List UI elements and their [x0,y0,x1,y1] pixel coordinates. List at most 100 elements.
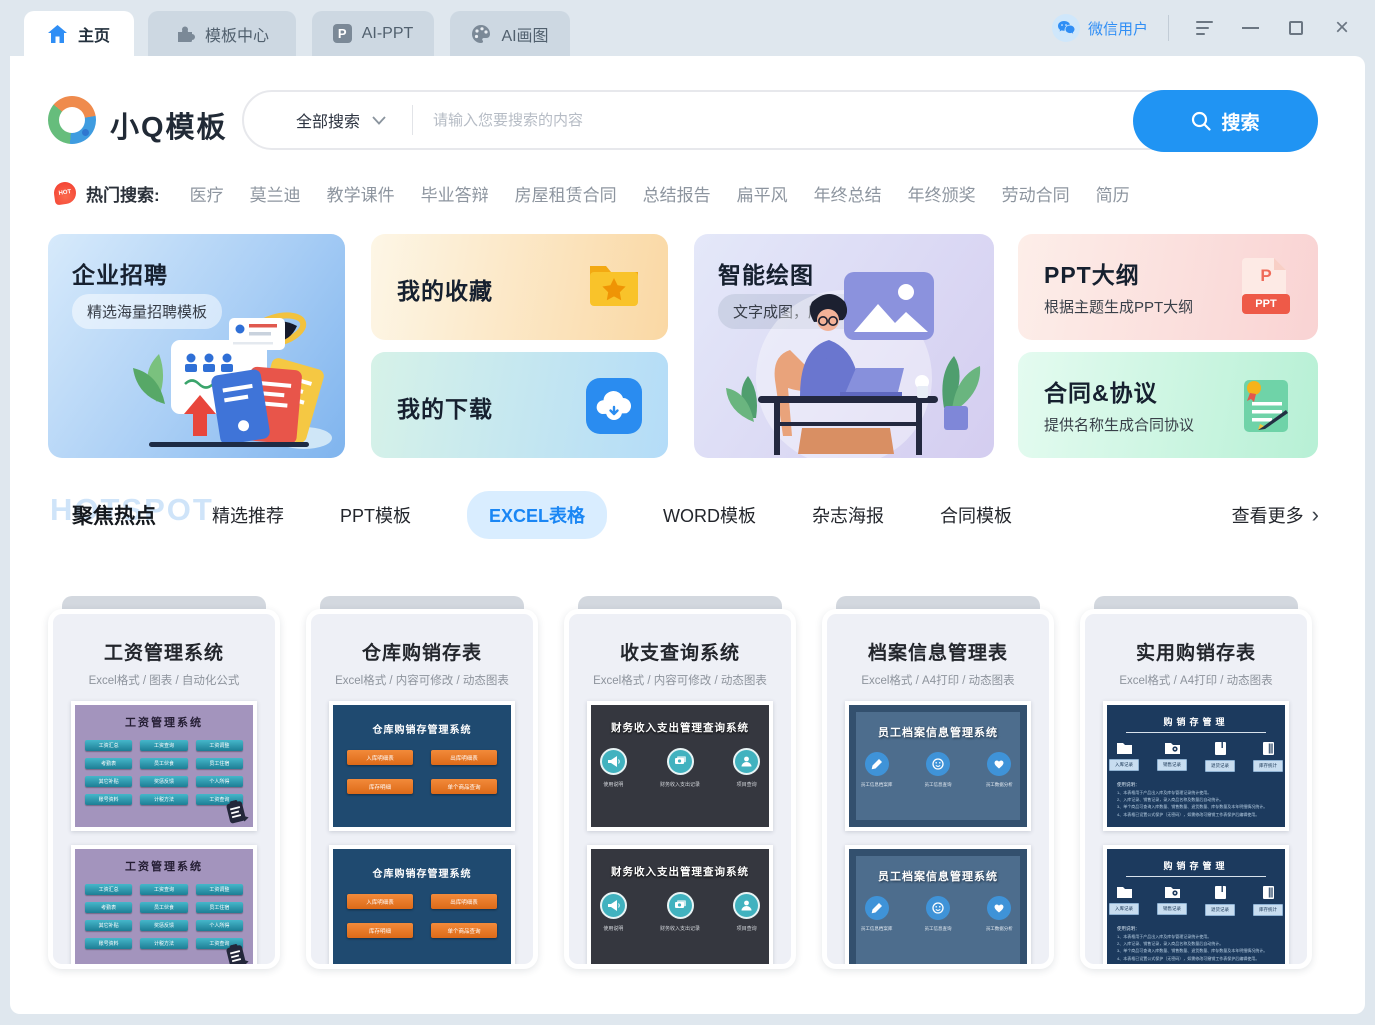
book-icon [1214,885,1227,900]
folder-icon [1116,741,1133,755]
tab-hot-focus[interactable]: 聚焦热点 [72,500,156,530]
wechat-user[interactable]: 微信用户 [1052,14,1148,42]
tab-ppt-templates[interactable]: PPT模板 [340,502,411,528]
maximize-icon [1289,21,1303,35]
hot-term[interactable]: 莫兰迪 [250,181,301,206]
hot-search-row: HOT 热门搜索: 医疗 莫兰迪 教学课件 毕业答辩 房屋租赁合同 总结报告 扁… [54,178,1130,208]
tab-contract-templates[interactable]: 合同模板 [940,502,1012,528]
minimize-button[interactable] [1235,13,1265,43]
hot-term[interactable]: 年终颁奖 [908,181,976,206]
maximize-button[interactable] [1281,13,1311,43]
template-preview: 仓库购销存管理系统 入库明细表出库明细表 库存明细单个商品查询 [329,701,515,831]
template-salary[interactable]: 工资管理系统 Excel格式 / 图表 / 自动化公式 工资管理系统 工资汇总工… [48,609,280,969]
hot-term[interactable]: 年终总结 [814,181,882,206]
template-archive[interactable]: 档案信息管理表 Excel格式 / A4打印 / 动态图表 员工档案信息管理系统 [822,609,1054,969]
contract-subtitle: 提供名称生成合同协议 [1044,414,1194,435]
palette-icon [471,24,491,44]
menu-button[interactable] [1189,13,1219,43]
template-finance[interactable]: 收支查询系统 Excel格式 / 内容可修改 / 动态图表 财务收入支出管理查询… [564,609,796,969]
hot-term[interactable]: 劳动合同 [1002,181,1070,206]
tab-ai-ppt-label: AI-PPT [362,25,414,43]
home-icon [48,24,68,44]
book-icon [1214,741,1227,756]
template-card-warehouse: 仓库购销存表 Excel格式 / 内容可修改 / 动态图表 仓库购销存管理系统 … [306,609,538,969]
clipboard-icon [223,798,250,827]
ppt-outline-subtitle: 根据主题生成PPT大纲 [1044,296,1193,317]
favorites-title: 我的收藏 [397,272,493,306]
hot-term[interactable]: 教学课件 [327,181,395,206]
tab-home[interactable]: 主页 [24,11,134,56]
tab-magazine-posters[interactable]: 杂志海报 [812,502,884,528]
money-icon [667,748,694,775]
template-subtitle: Excel格式 / 内容可修改 / 动态图表 [311,672,533,688]
template-card-finance: 收支查询系统 Excel格式 / 内容可修改 / 动态图表 财务收入支出管理查询… [564,609,796,969]
hot-term[interactable]: 简历 [1096,181,1130,206]
contract-icon [1238,376,1292,434]
app-logo-text: 小Q模板 [110,104,228,146]
folder-icon [1116,885,1133,899]
template-card-salary: 工资管理系统 Excel格式 / 图表 / 自动化公式 工资管理系统 工资汇总工… [48,609,280,969]
category-tab-row: HOTSPOT 聚焦热点 精选推荐 PPT模板 EXCEL表格 WORD模板 杂… [10,486,1365,544]
tab-home-label: 主页 [78,22,110,46]
tab-ai-ppt[interactable]: P AI-PPT [312,11,434,56]
template-subtitle: Excel格式 / 内容可修改 / 动态图表 [569,672,791,688]
hot-term[interactable]: 总结报告 [643,181,711,206]
template-preview: 仓库购销存管理系统 入库明细表出库明细表 库存明细单个商品查询 [329,845,515,969]
ppt-icon: P [333,24,352,43]
template-title: 档案信息管理表 [827,638,1049,665]
ai-draw-illustration [694,258,994,458]
ledger-icon [1262,741,1275,756]
tab-word-templates[interactable]: WORD模板 [663,502,756,528]
hot-term[interactable]: 扁平风 [737,181,788,206]
search-bar: 全部搜索 搜索 [242,90,1318,150]
tab-excel-templates[interactable]: EXCEL表格 [467,491,607,539]
tab-ai-draw[interactable]: AI画图 [450,11,570,56]
ppt-file-letter: P [1240,266,1292,286]
preview-notes-title: 使用说明： [1117,925,1275,933]
wechat-icon [1052,14,1080,42]
megaphone-icon [600,748,627,775]
hot-flame-icon: HOT [53,181,78,206]
folder-gear-icon [1164,885,1181,899]
menu-icon [1196,21,1213,35]
ppt-outline-title: PPT大纲 [1044,256,1140,290]
template-warehouse[interactable]: 仓库购销存表 Excel格式 / 内容可修改 / 动态图表 仓库购销存管理系统 … [306,609,538,969]
cloud-download-icon [586,378,642,434]
megaphone-icon [600,892,627,919]
template-preview: 员工档案信息管理系统 员工信息档案库 [845,845,1031,969]
search-icon [1191,111,1211,131]
template-card-archive: 档案信息管理表 Excel格式 / A4打印 / 动态图表 员工档案信息管理系统 [822,609,1054,969]
template-preview: 购销存管理 入库记录 销售记录 [1103,701,1289,831]
hot-term[interactable]: 医疗 [190,181,224,206]
close-icon: × [1335,16,1349,40]
preview-notes-title: 使用说明： [1117,781,1275,789]
see-more-label: 查看更多 [1232,502,1304,528]
tab-template-center[interactable]: 模板中心 [148,11,296,56]
template-preview: 工资管理系统 工资汇总工资查询工资调整 考勤表员工伙食员工住宿 其它补贴奖惩反馈… [71,845,257,969]
template-practical[interactable]: 实用购销存表 Excel格式 / A4打印 / 动态图表 购销存管理 入库记录 [1080,609,1312,969]
tab-template-center-label: 模板中心 [205,22,269,46]
close-button[interactable]: × [1327,13,1357,43]
search-scope-dropdown[interactable]: 全部搜索 [244,108,412,132]
card-my-downloads[interactable]: 我的下载 [371,352,668,458]
hot-term[interactable]: 房屋租赁合同 [515,181,617,206]
recruit-illustration [109,304,339,454]
template-preview: 财务收入支出管理查询系统 使用说明 [587,845,773,969]
card-enterprise-recruit[interactable]: 企业招聘 精选海量招聘模板 [48,234,345,458]
tab-featured[interactable]: 精选推荐 [212,502,284,528]
preview-heading: 购销存管理 [1117,715,1275,728]
card-my-favorites[interactable]: 我的收藏 [371,234,668,340]
heart-icon [987,896,1011,920]
card-contract[interactable]: 合同&协议 提供名称生成合同协议 [1018,352,1318,458]
search-button[interactable]: 搜索 [1133,90,1318,152]
hot-term[interactable]: 毕业答辩 [421,181,489,206]
pen-icon [865,896,889,920]
preview-heading: 财务收入支出管理查询系统 [591,864,769,879]
preview-heading: 仓库购销存管理系统 [333,865,511,880]
see-more-link[interactable]: 查看更多 › [1232,502,1319,528]
card-ai-draw[interactable]: 智能绘图 文字成图，所想即所得 [694,234,994,458]
template-preview: 财务收入支出管理查询系统 使用说明 [587,701,773,831]
card-ppt-outline[interactable]: PPT大纲 根据主题生成PPT大纲 P PPT [1018,234,1318,340]
template-title: 实用购销存表 [1085,638,1307,665]
smiley-icon [926,752,950,776]
